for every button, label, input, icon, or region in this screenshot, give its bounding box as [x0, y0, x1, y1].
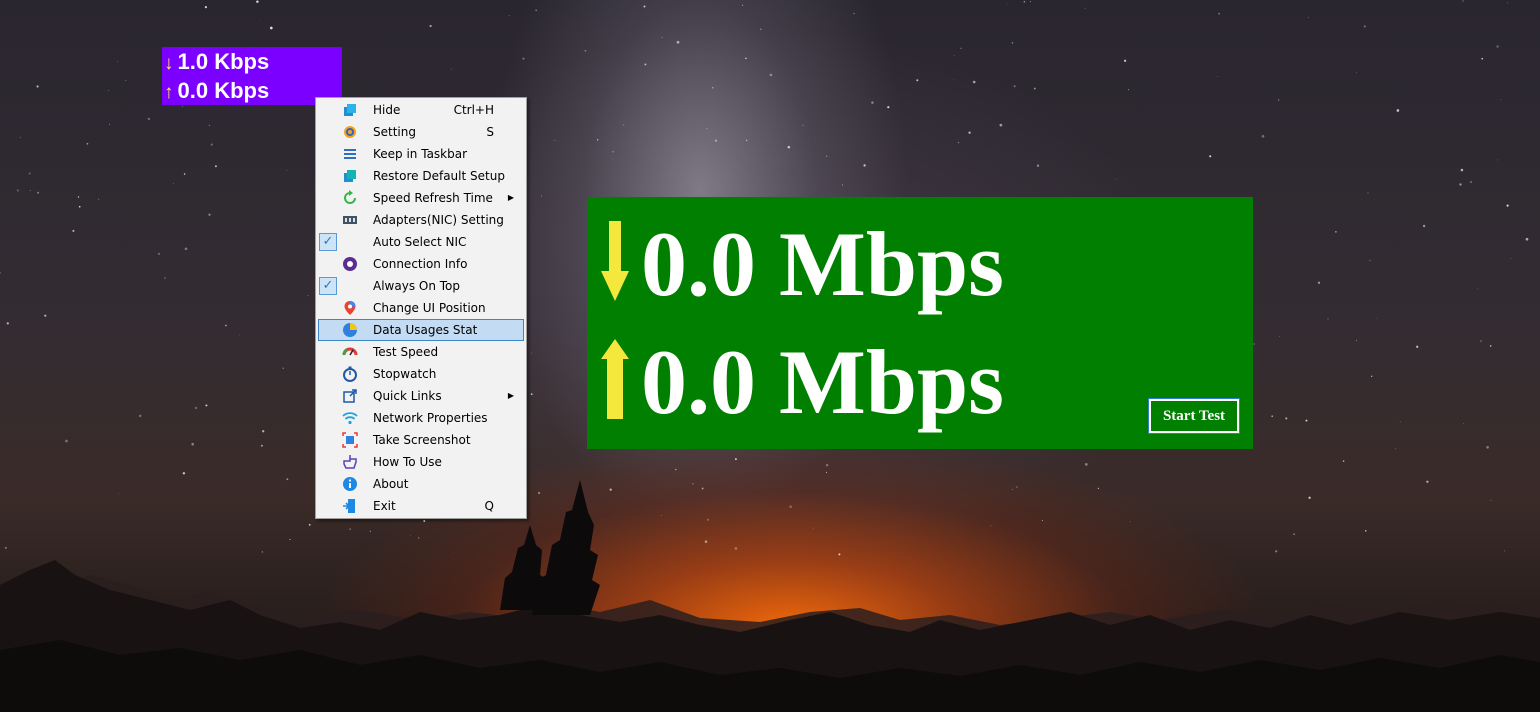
menu-item-label: Exit — [373, 499, 396, 513]
menu-item-speed-refresh-time[interactable]: Speed Refresh Time ▶ — [318, 187, 524, 209]
stopwatch-icon — [342, 366, 358, 382]
mini-upload-row: ↑ 0.0 Kbps — [164, 76, 340, 105]
menu-item-adapters-nic-setting[interactable]: Adapters(NIC) Setting — [318, 209, 524, 231]
context-menu-list: Hide Ctrl+H Setting S Keep in Taskbar Restore… — [318, 99, 524, 517]
mini-download-row: ↓ 1.0 Kbps — [164, 47, 340, 76]
menu-item-label: Setting — [373, 125, 416, 139]
menu-item-label: Data Usages Stat — [373, 323, 478, 337]
menu-item-label: Quick Links — [373, 389, 442, 403]
menu-item-hide[interactable]: Hide Ctrl+H — [318, 99, 524, 121]
menu-item-quick-links[interactable]: Quick Links ▶ — [318, 385, 524, 407]
hide-icon — [342, 102, 358, 118]
connection-info-icon — [342, 256, 358, 272]
upload-arrow-icon: ↑ — [164, 82, 174, 103]
menu-item-label: Speed Refresh Time — [373, 191, 493, 205]
menu-item-keep-in-taskbar[interactable]: Keep in Taskbar — [318, 143, 524, 165]
info-icon — [342, 476, 358, 492]
mini-download-speed: 1.0 Kbps — [177, 49, 270, 74]
context-menu: Hide Ctrl+H Setting S Keep in Taskbar Restore… — [315, 97, 527, 519]
menu-item-restore-default-setup[interactable]: Restore Default Setup — [318, 165, 524, 187]
download-arrow-icon: ↓ — [164, 53, 174, 74]
menu-item-label: Connection Info — [373, 257, 468, 271]
wifi-icon — [342, 410, 358, 426]
map-pin-icon — [342, 300, 358, 316]
menu-item-change-ui-position[interactable]: Change UI Position — [318, 297, 524, 319]
restore-icon — [342, 168, 358, 184]
menu-item-label: Keep in Taskbar — [373, 147, 468, 161]
menu-item-exit[interactable]: Exit Q — [318, 495, 524, 517]
menu-item-label: Adapters(NIC) Setting — [373, 213, 504, 227]
submenu-arrow-icon: ▶ — [507, 391, 514, 400]
menu-item-data-usages-stat[interactable]: Data Usages Stat — [318, 319, 524, 341]
menu-item-label: Network Properties — [373, 411, 488, 425]
submenu-arrow-icon: ▶ — [507, 193, 514, 202]
speedometer-icon — [342, 344, 358, 360]
menu-item-label: Stopwatch — [373, 367, 437, 381]
hand-pointer-icon — [342, 454, 358, 470]
menu-item-label: Hide — [373, 103, 401, 117]
menu-item-always-on-top[interactable]: ✓ Always On Top — [318, 275, 524, 297]
menu-item-label: How To Use — [373, 455, 442, 469]
start-test-button[interactable]: Start Test — [1148, 398, 1240, 434]
big-download-speed: 0.0 Mbps — [641, 213, 1004, 315]
network-adapter-icon — [342, 212, 358, 228]
menu-item-label: Take Screenshot — [373, 433, 471, 447]
menu-item-test-speed[interactable]: Test Speed — [318, 341, 524, 363]
menu-item-setting[interactable]: Setting S — [318, 121, 524, 143]
menu-item-auto-select-nic[interactable]: ✓ Auto Select NIC — [318, 231, 524, 253]
menu-item-shortcut: Q — [484, 499, 494, 513]
menu-item-shortcut: S — [486, 125, 494, 139]
external-link-icon — [342, 388, 358, 404]
gear-icon — [342, 124, 358, 140]
taskbar-icon — [342, 146, 358, 162]
menu-item-label: Auto Select NIC — [373, 235, 467, 249]
menu-item-label: Restore Default Setup — [373, 169, 505, 183]
refresh-icon — [342, 190, 358, 206]
mini-upload-speed: 0.0 Kbps — [177, 78, 270, 103]
menu-item-network-properties[interactable]: Network Properties — [318, 407, 524, 429]
upload-arrow-icon — [601, 339, 629, 419]
checkmark-icon: ✓ — [319, 277, 337, 295]
checkmark-icon: ✓ — [319, 233, 337, 251]
screenshot-icon — [342, 432, 358, 448]
menu-item-how-to-use[interactable]: How To Use — [318, 451, 524, 473]
menu-item-label: Test Speed — [373, 345, 439, 359]
exit-icon — [342, 498, 358, 514]
menu-item-label: Change UI Position — [373, 301, 486, 315]
menu-item-shortcut: Ctrl+H — [453, 103, 494, 117]
download-arrow-icon — [601, 221, 629, 301]
pie-chart-icon — [342, 322, 358, 338]
menu-item-about[interactable]: About — [318, 473, 524, 495]
menu-item-connection-info[interactable]: Connection Info — [318, 253, 524, 275]
menu-item-take-screenshot[interactable]: Take Screenshot — [318, 429, 524, 451]
big-speed-widget[interactable]: 0.0 Mbps 0.0 Mbps Start Test — [587, 197, 1253, 449]
menu-item-label: Always On Top — [373, 279, 460, 293]
menu-item-stopwatch[interactable]: Stopwatch — [318, 363, 524, 385]
big-upload-speed: 0.0 Mbps — [641, 331, 1004, 433]
menu-item-label: About — [373, 477, 409, 491]
